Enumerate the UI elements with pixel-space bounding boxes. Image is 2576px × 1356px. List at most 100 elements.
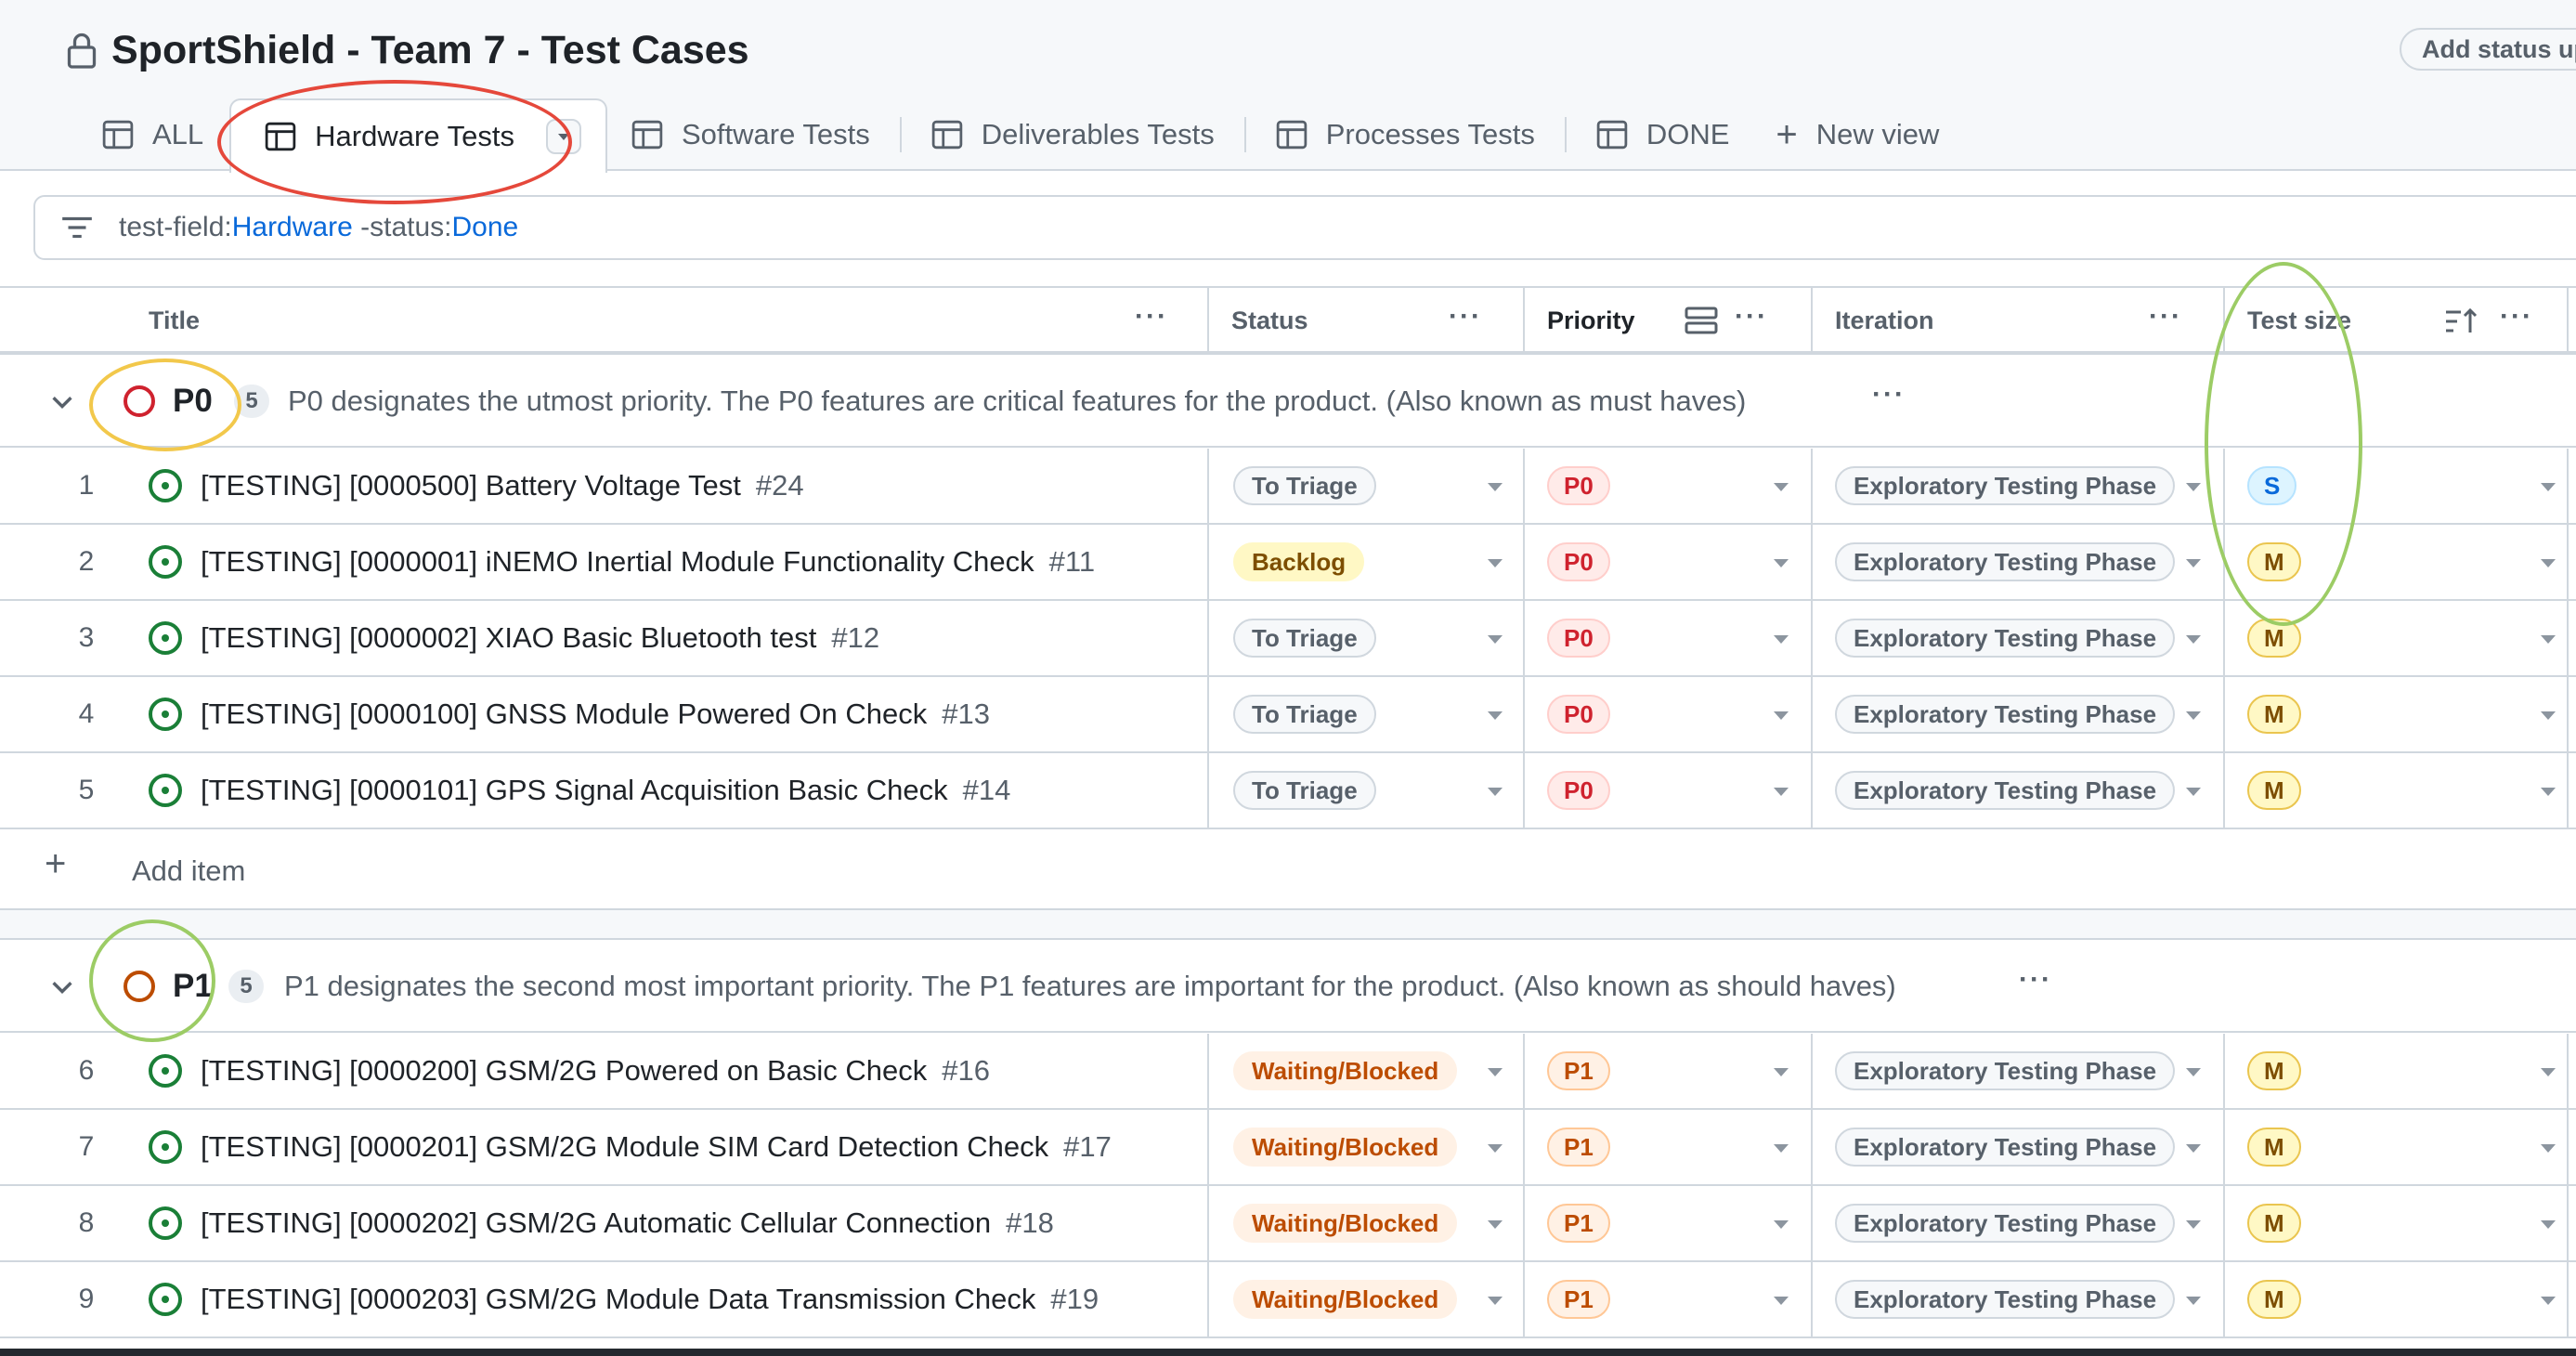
test-size-cell[interactable]: S xyxy=(2225,449,2569,523)
chevron-down-icon[interactable] xyxy=(1774,1297,1789,1305)
group-header-p0[interactable]: P0 5 P0 designates the utmost priority. … xyxy=(0,355,2576,448)
tab-deliverables-tests[interactable]: Deliverables Tests xyxy=(922,98,1224,171)
issue-number[interactable]: #13 xyxy=(942,698,990,731)
test-size-cell[interactable]: M xyxy=(2225,753,2569,828)
chevron-down-icon[interactable] xyxy=(1488,1220,1503,1229)
title-cell[interactable]: [TESTING] [0000200] GSM/2G Powered on Ba… xyxy=(149,1034,1209,1108)
priority-cell[interactable]: P0 xyxy=(1525,525,1813,599)
chevron-down-icon[interactable] xyxy=(2541,711,2556,720)
chevron-down-icon[interactable] xyxy=(2186,635,2201,644)
tab-hardware-tests[interactable]: Hardware Tests xyxy=(229,98,607,173)
chevron-down-icon[interactable] xyxy=(1488,1144,1503,1153)
chevron-down-icon[interactable] xyxy=(1488,711,1503,720)
title-cell[interactable]: [TESTING] [0000500] Battery Voltage Test… xyxy=(149,449,1209,523)
chevron-down-icon[interactable] xyxy=(2186,1144,2201,1153)
iteration-cell[interactable]: Exploratory Testing Phase xyxy=(1813,1186,2225,1260)
issue-title[interactable]: [TESTING] [0000001] iNEMO Inertial Modul… xyxy=(201,545,1034,579)
column-header-iteration[interactable]: Iteration ··· xyxy=(1813,288,2225,353)
priority-cell[interactable]: P1 xyxy=(1525,1034,1813,1108)
title-cell[interactable]: [TESTING] [0000001] iNEMO Inertial Modul… xyxy=(149,525,1209,599)
table-row[interactable]: 4 [TESTING] [0000100] GNSS Module Powered… xyxy=(0,677,2576,753)
chevron-down-icon[interactable] xyxy=(1488,1068,1503,1076)
title-cell[interactable]: [TESTING] [0000002] XIAO Basic Bluetooth… xyxy=(149,601,1209,675)
iteration-cell[interactable]: Exploratory Testing Phase xyxy=(1813,1110,2225,1184)
column-menu-icon[interactable]: ··· xyxy=(2149,301,2182,332)
chevron-down-icon[interactable] xyxy=(48,387,76,415)
filter-input[interactable]: test-field: Hardware -status: Done xyxy=(33,195,2576,260)
column-header-status[interactable]: Status ··· xyxy=(1209,288,1525,353)
group-menu-icon[interactable]: ··· xyxy=(1872,379,1906,411)
group-header-p1[interactable]: P1 5 P1 designates the second most impor… xyxy=(0,940,2576,1033)
test-size-cell[interactable]: M xyxy=(2225,677,2569,751)
tab-done[interactable]: DONE xyxy=(1587,98,1739,171)
table-row[interactable]: 8 [TESTING] [0000202] GSM/2G Automatic Ce… xyxy=(0,1186,2576,1262)
test-size-cell[interactable]: M xyxy=(2225,1186,2569,1260)
column-header-title[interactable]: Title ··· xyxy=(0,288,1209,353)
chevron-down-icon[interactable] xyxy=(1774,559,1789,567)
issue-title[interactable]: [TESTING] [0000203] GSM/2G Module Data T… xyxy=(201,1283,1035,1316)
group-menu-icon[interactable]: ··· xyxy=(2019,964,2052,996)
chevron-down-icon[interactable] xyxy=(2186,559,2201,567)
chevron-down-icon[interactable] xyxy=(2186,788,2201,796)
chevron-down-icon[interactable] xyxy=(2541,1144,2556,1153)
chevron-down-icon[interactable] xyxy=(1488,788,1503,796)
priority-cell[interactable]: P0 xyxy=(1525,449,1813,523)
table-row[interactable]: 5 [TESTING] [0000101] GPS Signal Acquisit… xyxy=(0,753,2576,829)
view-options-button[interactable] xyxy=(545,119,581,154)
iteration-cell[interactable]: Exploratory Testing Phase xyxy=(1813,525,2225,599)
chevron-down-icon[interactable] xyxy=(2186,483,2201,491)
test-size-cell[interactable]: M xyxy=(2225,1262,2569,1336)
chevron-down-icon[interactable] xyxy=(1774,1068,1789,1076)
chevron-down-icon[interactable] xyxy=(2541,559,2556,567)
issue-title[interactable]: [TESTING] [0000002] XIAO Basic Bluetooth… xyxy=(201,621,816,655)
issue-title[interactable]: [TESTING] [0000202] GSM/2G Automatic Cel… xyxy=(201,1206,991,1240)
chevron-down-icon[interactable] xyxy=(2541,1068,2556,1076)
chevron-down-icon[interactable] xyxy=(1774,483,1789,491)
iteration-cell[interactable]: Exploratory Testing Phase xyxy=(1813,1262,2225,1336)
add-item-button[interactable]: + Add item xyxy=(0,832,2576,908)
priority-cell[interactable]: P0 xyxy=(1525,753,1813,828)
issue-number[interactable]: #18 xyxy=(1006,1206,1054,1240)
iteration-cell[interactable]: Exploratory Testing Phase xyxy=(1813,677,2225,751)
issue-title[interactable]: [TESTING] [0000200] GSM/2G Powered on Ba… xyxy=(201,1054,927,1088)
iteration-cell[interactable]: Exploratory Testing Phase xyxy=(1813,753,2225,828)
chevron-down-icon[interactable] xyxy=(2186,1068,2201,1076)
column-menu-icon[interactable]: ··· xyxy=(1735,301,1768,332)
column-header-priority[interactable]: Priority ··· xyxy=(1525,288,1813,353)
chevron-down-icon[interactable] xyxy=(1488,483,1503,491)
title-cell[interactable]: [TESTING] [0000201] GSM/2G Module SIM Ca… xyxy=(149,1110,1209,1184)
table-row[interactable]: 7 [TESTING] [0000201] GSM/2G Module SIM C… xyxy=(0,1110,2576,1186)
iteration-cell[interactable]: Exploratory Testing Phase xyxy=(1813,1034,2225,1108)
chevron-down-icon[interactable] xyxy=(2186,1297,2201,1305)
chevron-down-icon[interactable] xyxy=(2541,788,2556,796)
issue-title[interactable]: [TESTING] [0000201] GSM/2G Module SIM Ca… xyxy=(201,1130,1048,1164)
issue-number[interactable]: #19 xyxy=(1050,1283,1099,1316)
table-row[interactable]: 2 [TESTING] [0000001] iNEMO Inertial Modu… xyxy=(0,525,2576,601)
issue-title[interactable]: [TESTING] [0000500] Battery Voltage Test xyxy=(201,469,741,502)
chevron-down-icon[interactable] xyxy=(1488,635,1503,644)
priority-cell[interactable]: P1 xyxy=(1525,1262,1813,1336)
tab-software-tests[interactable]: Software Tests xyxy=(622,98,879,171)
chevron-down-icon[interactable] xyxy=(1774,635,1789,644)
issue-number[interactable]: #17 xyxy=(1063,1130,1112,1164)
column-menu-icon[interactable]: ··· xyxy=(2500,301,2533,332)
test-size-cell[interactable]: M xyxy=(2225,1110,2569,1184)
chevron-down-icon[interactable] xyxy=(1774,711,1789,720)
priority-cell[interactable]: P0 xyxy=(1525,677,1813,751)
tab-all[interactable]: ALL xyxy=(93,98,213,171)
column-menu-icon[interactable]: ··· xyxy=(1449,301,1482,332)
issue-number[interactable]: #14 xyxy=(963,774,1011,807)
title-cell[interactable]: [TESTING] [0000101] GPS Signal Acquisiti… xyxy=(149,753,1209,828)
chevron-down-icon[interactable] xyxy=(2541,1220,2556,1229)
chevron-down-icon[interactable] xyxy=(1774,1144,1789,1153)
test-size-cell[interactable]: M xyxy=(2225,525,2569,599)
status-cell[interactable]: To Triage xyxy=(1209,753,1525,828)
issue-number[interactable]: #11 xyxy=(1049,545,1095,579)
column-header-test-size[interactable]: Test size ··· xyxy=(2225,288,2569,353)
priority-cell[interactable]: P1 xyxy=(1525,1186,1813,1260)
new-view-button[interactable]: + New view xyxy=(1766,98,1948,171)
table-row[interactable]: 6 [TESTING] [0000200] GSM/2G Powered on B… xyxy=(0,1034,2576,1110)
chevron-down-icon[interactable] xyxy=(2541,483,2556,491)
table-row[interactable]: 3 [TESTING] [0000002] XIAO Basic Bluetoot… xyxy=(0,601,2576,677)
title-cell[interactable]: [TESTING] [0000202] GSM/2G Automatic Cel… xyxy=(149,1186,1209,1260)
